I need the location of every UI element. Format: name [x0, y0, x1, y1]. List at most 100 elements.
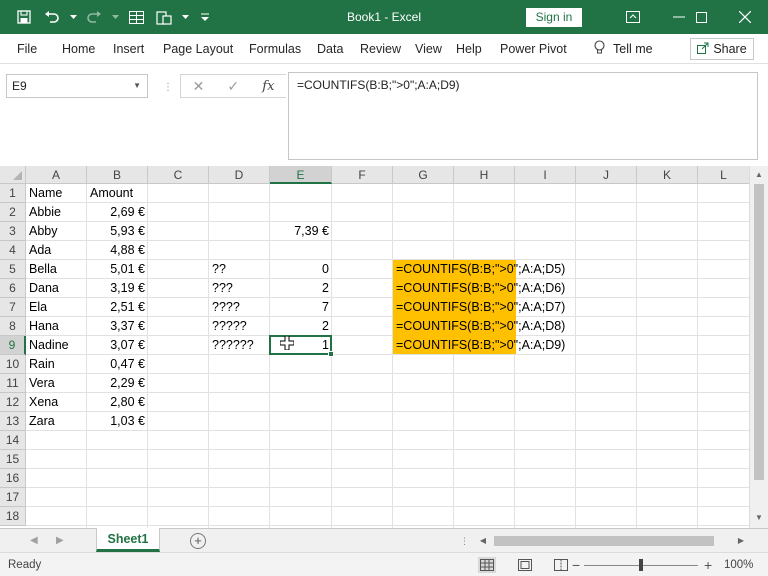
- column-header-g[interactable]: G: [393, 166, 454, 184]
- cell-a10[interactable]: Rain: [26, 355, 87, 374]
- cell-d5[interactable]: ??: [209, 260, 270, 279]
- cell-a4[interactable]: Ada: [26, 241, 87, 260]
- fill-handle[interactable]: [328, 351, 334, 357]
- scroll-right-icon[interactable]: ▶: [734, 533, 748, 549]
- row-header-10[interactable]: 10: [0, 355, 26, 374]
- tab-page-layout[interactable]: Page Layout: [163, 34, 233, 64]
- row-header-5[interactable]: 5: [0, 260, 26, 279]
- row-header-8[interactable]: 8: [0, 317, 26, 336]
- cell-d6[interactable]: ???: [209, 279, 270, 298]
- tell-me-box[interactable]: Tell me: [594, 34, 653, 64]
- scroll-up-icon[interactable]: ▲: [750, 167, 768, 183]
- cell-b2[interactable]: 2,69 €: [87, 203, 148, 222]
- customize-toolbar-icon[interactable]: [200, 5, 210, 29]
- resize-grip-icon[interactable]: ⋮: [163, 82, 174, 93]
- cell-a3[interactable]: Abby: [26, 222, 87, 241]
- column-header-e[interactable]: E: [270, 166, 332, 184]
- tab-file[interactable]: File: [17, 34, 37, 64]
- sheet-tab-sheet1[interactable]: Sheet1: [96, 528, 160, 552]
- tab-review[interactable]: Review: [360, 34, 401, 64]
- ribbon-display-icon[interactable]: [610, 0, 656, 34]
- zoom-in-button[interactable]: +: [704, 553, 712, 576]
- cell-b4[interactable]: 4,88 €: [87, 241, 148, 260]
- cell-d8[interactable]: ?????: [209, 317, 270, 336]
- column-header-f[interactable]: F: [332, 166, 393, 184]
- cell-b12[interactable]: 2,80 €: [87, 393, 148, 412]
- cell-a6[interactable]: Dana: [26, 279, 87, 298]
- horizontal-scrollbar[interactable]: ◀ ▶: [476, 533, 748, 549]
- tab-power-pivot[interactable]: Power Pivot: [500, 34, 567, 64]
- cell-b10[interactable]: 0,47 €: [87, 355, 148, 374]
- undo-dropdown-icon[interactable]: [68, 5, 78, 29]
- cell-e5[interactable]: 0: [270, 260, 332, 279]
- row-header-18[interactable]: 18: [0, 507, 26, 526]
- normal-view-icon[interactable]: [478, 557, 496, 573]
- horizontal-scroll-thumb[interactable]: [494, 536, 714, 546]
- vertical-scroll-thumb[interactable]: [754, 184, 764, 480]
- cell-a13[interactable]: Zara: [26, 412, 87, 431]
- tab-help[interactable]: Help: [456, 34, 482, 64]
- cell-g8[interactable]: =COUNTIFS(B:B;">0";A:A;D8): [393, 317, 565, 336]
- cell-e6[interactable]: 2: [270, 279, 332, 298]
- zoom-slider-thumb[interactable]: [639, 559, 643, 571]
- cell-b9[interactable]: 3,07 €: [87, 336, 148, 355]
- sheet-prev-icon[interactable]: ◀: [30, 529, 38, 553]
- column-header-i[interactable]: I: [515, 166, 576, 184]
- cell-a7[interactable]: Ela: [26, 298, 87, 317]
- row-header-14[interactable]: 14: [0, 431, 26, 450]
- maximize-icon[interactable]: [678, 0, 724, 34]
- zoom-out-button[interactable]: −: [572, 553, 580, 576]
- enter-check-icon[interactable]: ✓: [227, 78, 239, 95]
- sign-in-button[interactable]: Sign in: [526, 8, 582, 27]
- sheet-next-icon[interactable]: ▶: [56, 529, 64, 553]
- add-sheet-icon[interactable]: +: [190, 533, 206, 549]
- vertical-scrollbar[interactable]: ▲ ▼: [749, 166, 768, 528]
- scroll-left-icon[interactable]: ◀: [476, 533, 490, 549]
- row-header-15[interactable]: 15: [0, 450, 26, 469]
- column-header-c[interactable]: C: [148, 166, 209, 184]
- page-break-view-icon[interactable]: [552, 557, 570, 573]
- column-header-j[interactable]: J: [576, 166, 637, 184]
- cell-a11[interactable]: Vera: [26, 374, 87, 393]
- cell-b6[interactable]: 3,19 €: [87, 279, 148, 298]
- cell-g7[interactable]: =COUNTIFS(B:B;">0";A:A;D7): [393, 298, 565, 317]
- cell-b5[interactable]: 5,01 €: [87, 260, 148, 279]
- row-header-12[interactable]: 12: [0, 393, 26, 412]
- formula-input[interactable]: =COUNTIFS(B:B;">0";A:A;D9): [288, 72, 758, 160]
- cell-a8[interactable]: Hana: [26, 317, 87, 336]
- cell-b11[interactable]: 2,29 €: [87, 374, 148, 393]
- page-layout-view-icon[interactable]: [516, 557, 534, 573]
- paste-dropdown-icon[interactable]: [180, 5, 190, 29]
- cell-g9[interactable]: =COUNTIFS(B:B;">0";A:A;D9): [393, 336, 565, 355]
- tab-formulas[interactable]: Formulas: [249, 34, 301, 64]
- row-header-9[interactable]: 9: [0, 336, 26, 355]
- cell-d9[interactable]: ??????: [209, 336, 270, 355]
- column-header-d[interactable]: D: [209, 166, 270, 184]
- name-box[interactable]: E9 ▼: [6, 74, 148, 98]
- row-header-3[interactable]: 3: [0, 222, 26, 241]
- cell-a2[interactable]: Abbie: [26, 203, 87, 222]
- cell-e8[interactable]: 2: [270, 317, 332, 336]
- cancel-icon[interactable]: ✕: [193, 78, 205, 95]
- cell-a9[interactable]: Nadine: [26, 336, 87, 355]
- cell-g5[interactable]: =COUNTIFS(B:B;">0";A:A;D5): [393, 260, 565, 279]
- cell-g6[interactable]: =COUNTIFS(B:B;">0";A:A;D6): [393, 279, 565, 298]
- insert-function-button[interactable]: fx: [262, 79, 274, 94]
- redo-icon[interactable]: [82, 5, 106, 29]
- column-header-b[interactable]: B: [87, 166, 148, 184]
- paste-values-icon[interactable]: [152, 5, 176, 29]
- cell-a5[interactable]: Bella: [26, 260, 87, 279]
- undo-icon[interactable]: [40, 5, 64, 29]
- row-header-7[interactable]: 7: [0, 298, 26, 317]
- cell-d7[interactable]: ????: [209, 298, 270, 317]
- column-header-k[interactable]: K: [637, 166, 698, 184]
- tab-data[interactable]: Data: [317, 34, 343, 64]
- cell-b8[interactable]: 3,37 €: [87, 317, 148, 336]
- tab-home[interactable]: Home: [62, 34, 95, 64]
- row-header-16[interactable]: 16: [0, 469, 26, 488]
- tab-insert[interactable]: Insert: [113, 34, 144, 64]
- tab-split-grip-icon[interactable]: ⋮: [460, 529, 469, 553]
- name-box-dropdown-icon[interactable]: ▼: [133, 75, 141, 97]
- share-button[interactable]: Share: [690, 38, 754, 60]
- close-icon[interactable]: [722, 0, 768, 34]
